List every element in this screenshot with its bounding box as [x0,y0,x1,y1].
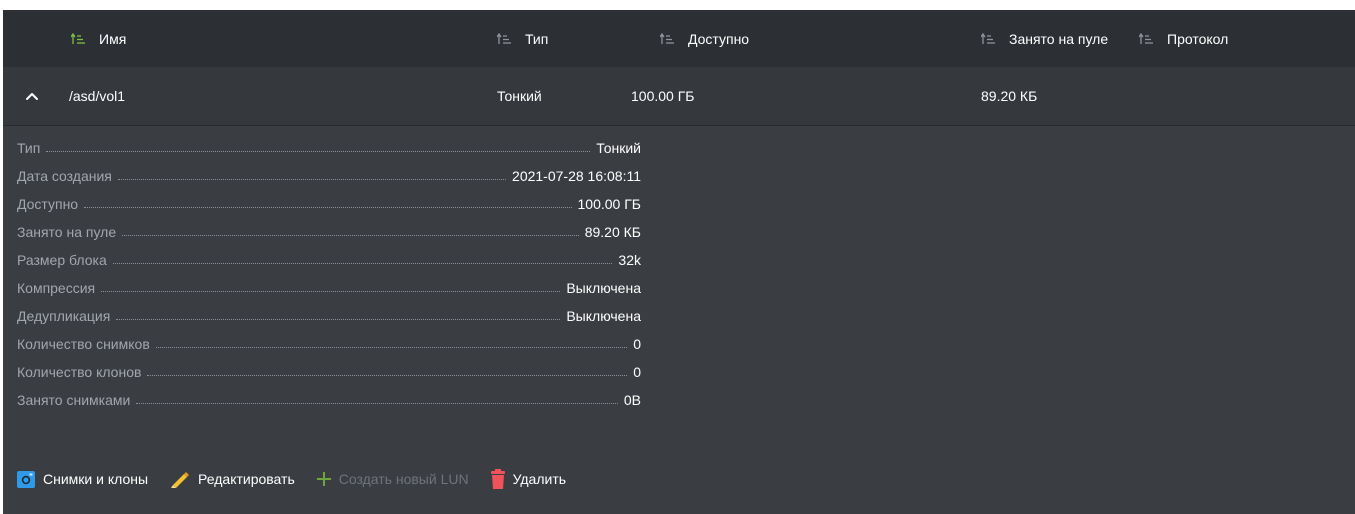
detail-row-block-size: Размер блока 32k [17,246,641,274]
detail-value: 0B [623,392,641,408]
detail-value: 100.00 ГБ [577,196,641,212]
table-row[interactable]: /asd/vol1 Тонкий 100.00 ГБ 89.20 КБ [3,67,1355,126]
dotted-leader [136,403,618,404]
camera-icon [17,470,35,488]
column-header-available[interactable]: Доступно [660,10,749,67]
trash-icon [490,469,505,489]
column-header-name[interactable]: Имя [71,10,126,67]
column-header-protocol[interactable]: Протокол [1139,10,1228,67]
detail-value: 89.20 КБ [584,224,641,240]
detail-row-used-on-pool: Занято на пуле 89.20 КБ [17,218,641,246]
edit-button[interactable]: Редактировать [170,470,295,488]
detail-value: 32k [618,252,641,268]
row-used-on-pool: 89.20 КБ [981,88,1038,104]
detail-label: Количество снимков [17,336,150,352]
action-bar: Снимки и клоны Редактировать Создать нов… [17,466,588,492]
detail-label: Компрессия [17,280,96,296]
detail-row-snapshot-count: Количество снимков 0 [17,330,641,358]
detail-row-compression: Компрессия Выключена [17,274,641,302]
detail-label: Доступно [17,196,79,212]
detail-label: Занято снимками [17,392,131,408]
pencil-icon [170,470,190,488]
detail-row-dedup: Дедупликация Выключена [17,302,641,330]
detail-row-available: Доступно 100.00 ГБ [17,190,641,218]
column-header-label: Протокол [1167,30,1229,47]
create-lun-button[interactable]: Создать новый LUN [316,471,469,487]
plus-icon [316,472,331,486]
detail-value: Выключена [566,308,641,324]
row-name: /asd/vol1 [69,88,126,104]
row-available: 100.00 ГБ [631,88,695,104]
snapshots-clones-label: Снимки и клоны [43,471,149,487]
dotted-leader [101,291,561,292]
detail-label: Тип [17,140,41,156]
dotted-leader [116,319,561,320]
detail-row-type: Тип Тонкий [17,134,641,162]
dotted-leader [112,263,613,264]
column-header-type[interactable]: Тип [497,10,548,67]
detail-label: Количество клонов [17,364,142,380]
dotted-leader [155,347,628,348]
dotted-leader [84,207,572,208]
row-type: Тонкий [497,88,542,104]
sort-icon [497,32,511,45]
detail-label: Размер блока [17,252,107,268]
detail-value: Тонкий [596,140,641,156]
detail-value: 2021-07-28 16:08:11 [512,168,641,184]
detail-row-clone-count: Количество клонов 0 [17,358,641,386]
sort-icon [981,32,995,45]
detail-label: Дата создания [17,168,112,184]
dotted-leader [46,151,591,152]
delete-label: Удалить [512,471,567,487]
column-header-label: Занято на пуле [1009,30,1109,47]
sort-icon [660,32,674,45]
create-lun-label: Создать новый LUN [338,471,469,487]
dotted-leader [122,235,579,236]
detail-label: Дедупликация [17,308,111,324]
detail-label: Занято на пуле [17,224,117,240]
column-header-used-on-pool[interactable]: Занято на пуле [981,10,1108,67]
sort-icon [1139,32,1153,45]
chevron-up-icon[interactable] [25,89,39,103]
volume-table-panel: Имя Тип Доступно Занято на пуле Протокол… [3,10,1355,514]
volume-details: Тип Тонкий Дата создания 2021-07-28 16:0… [17,134,641,414]
column-header-label: Доступно [688,30,750,47]
edit-label: Редактировать [198,471,295,487]
detail-value: Выключена [566,280,641,296]
detail-value: 0 [633,336,641,352]
detail-row-created: Дата создания 2021-07-28 16:08:11 [17,162,641,190]
dotted-leader [117,179,507,180]
table-header: Имя Тип Доступно Занято на пуле Протокол [3,10,1355,67]
sort-icon [71,32,85,45]
snapshots-clones-button[interactable]: Снимки и клоны [17,470,149,488]
detail-row-snapshot-usage: Занято снимками 0B [17,386,641,414]
column-header-label: Имя [99,30,127,47]
detail-value: 0 [633,364,641,380]
column-header-label: Тип [525,30,549,47]
delete-button[interactable]: Удалить [490,469,567,489]
dotted-leader [147,375,628,376]
